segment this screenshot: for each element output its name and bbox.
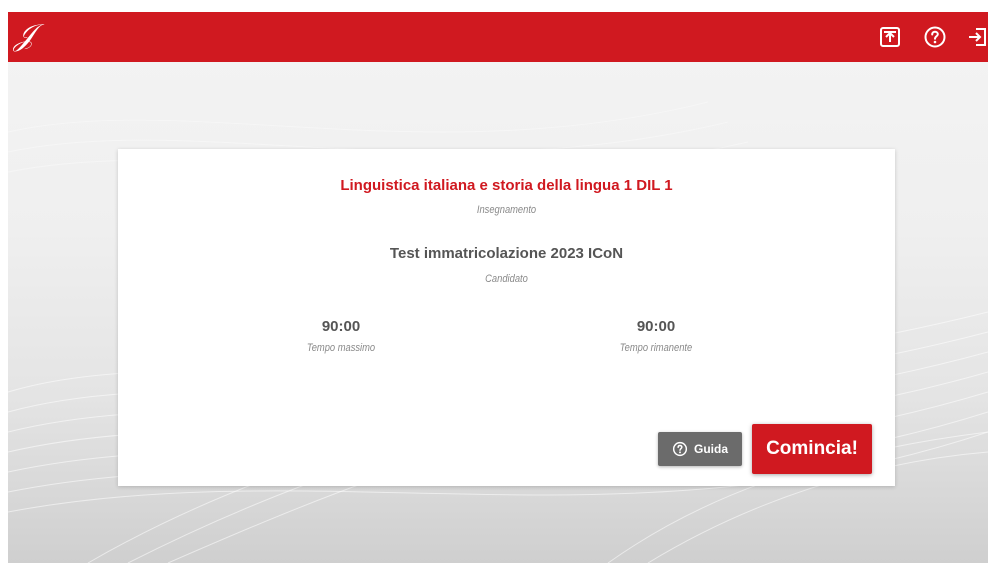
remaining-time-block: 90:00 Tempo rimanente [556, 317, 756, 354]
remaining-time-value: 90:00 [636, 318, 676, 335]
start-button[interactable]: Comincia! [752, 424, 872, 474]
max-time-block: 90:00 Tempo massimo [241, 317, 441, 354]
exam-card: Linguistica italiana e storia della ling… [118, 149, 895, 486]
candidate-caption: Candidato [485, 273, 528, 285]
guide-button-label: Guida [693, 442, 728, 456]
candidate-name: Test immatricolazione 2023 ICoN [389, 245, 624, 262]
logout-icon[interactable] [966, 25, 988, 49]
app-window: 𝒥 Linguistica italiana e storia della li… [8, 12, 988, 563]
help-icon[interactable] [923, 25, 947, 49]
upload-icon[interactable] [878, 25, 902, 49]
help-icon [672, 441, 688, 457]
course-title: Linguistica italiana e storia della ling… [340, 177, 673, 194]
max-time-caption: Tempo massimo [306, 342, 376, 354]
logo: 𝒥 [14, 18, 35, 53]
course-caption: Insegnamento [476, 204, 537, 216]
top-bar: 𝒥 [8, 12, 988, 62]
remaining-time-caption: Tempo rimanente [619, 342, 693, 354]
guide-button[interactable]: Guida [658, 432, 742, 466]
screen: 𝒥 Linguistica italiana e storia della li… [0, 0, 988, 563]
max-time-value: 90:00 [321, 318, 361, 335]
